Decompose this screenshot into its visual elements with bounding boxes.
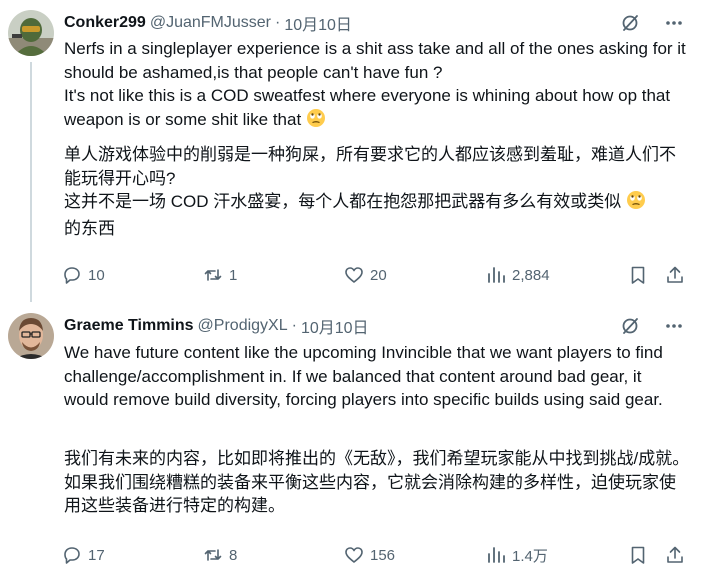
like-button[interactable]: 156: [344, 543, 395, 567]
reply-count: 17: [88, 546, 105, 564]
bookmark-icon: [631, 266, 645, 284]
reply-count: 10: [88, 266, 105, 284]
grok-slash-icon[interactable]: [618, 11, 642, 35]
more-icon[interactable]: [662, 11, 686, 35]
bookmark-button[interactable]: [628, 543, 648, 567]
like-count: 156: [370, 546, 396, 564]
view-count: 1.4万: [512, 547, 548, 565]
tweet-actions: 17 8 156 1.4万: [62, 543, 688, 567]
share-icon: [667, 546, 683, 563]
avatar-image: [8, 313, 54, 359]
user-handle[interactable]: @ProdigyXL: [198, 317, 288, 335]
tweet-graeme-timmins[interactable]: Graeme Timmins @ProdigyXL · 10月10日 We ha…: [0, 303, 702, 579]
rolling-eyes-emoji: [626, 190, 646, 217]
tweet-text-translation: 单人游戏体验中的削弱是一种狗屎，所有要求它的人都应该感到羞耻，难道人们不能玩得开…: [64, 143, 690, 240]
tweet-date[interactable]: 10月10日: [284, 11, 352, 35]
bookmark-icon: [631, 546, 645, 564]
separator-dot: ·: [291, 317, 297, 334]
views-icon: [488, 547, 505, 563]
reply-icon: [64, 267, 80, 284]
more-icon[interactable]: [662, 314, 686, 338]
bookmark-button[interactable]: [628, 263, 648, 287]
tweet-date[interactable]: 10月10日: [301, 314, 369, 338]
tweet-actions: 10 1 20 2,884: [62, 263, 688, 287]
avatar[interactable]: [8, 10, 54, 56]
grok-slash-icon[interactable]: [618, 314, 642, 338]
repost-icon: [204, 269, 222, 281]
view-count: 2,884: [512, 266, 550, 284]
repost-button[interactable]: 8: [203, 543, 237, 567]
thread-line: [30, 62, 32, 302]
like-count: 20: [370, 266, 387, 284]
tweet-header: Graeme Timmins @ProdigyXL · 10月10日: [64, 315, 369, 337]
like-icon: [345, 547, 363, 563]
repost-icon: [204, 549, 222, 561]
tweet-text-translation-content: 单人游戏体验中的削弱是一种狗屎，所有要求它的人都应该感到羞耻，难道人们不能玩得开…: [64, 145, 676, 211]
reply-icon: [64, 547, 80, 564]
header-actions: [618, 314, 686, 338]
tweet-header: Conker299 @JuanFMJusser · 10月10日: [64, 12, 352, 34]
share-button[interactable]: [665, 543, 685, 567]
separator-dot: ·: [275, 14, 281, 31]
like-button[interactable]: 20: [344, 263, 387, 287]
display-name[interactable]: Conker299: [64, 14, 146, 32]
avatar-image: [8, 10, 54, 56]
repost-count: 1: [229, 266, 238, 284]
avatar[interactable]: [8, 313, 54, 359]
share-icon: [667, 266, 683, 283]
display-name[interactable]: Graeme Timmins: [64, 317, 194, 335]
tweet-text-translation-tail: 的东西: [64, 218, 115, 238]
reply-button[interactable]: 17: [62, 543, 105, 567]
reply-button[interactable]: 10: [62, 263, 105, 287]
rolling-eyes-emoji: [306, 108, 326, 135]
tweet-text-english-content: Nerfs in a singleplayer experience is a …: [64, 39, 686, 129]
user-handle[interactable]: @JuanFMJusser: [150, 14, 271, 32]
share-button[interactable]: [665, 263, 685, 287]
header-actions: [618, 11, 686, 35]
repost-button[interactable]: 1: [203, 263, 237, 287]
repost-count: 8: [229, 546, 238, 564]
views-button[interactable]: 1.4万: [486, 543, 548, 567]
tweet-text-english: We have future content like the upcoming…: [64, 343, 668, 409]
tweet-text-english: Nerfs in a singleplayer experience is a …: [64, 37, 690, 134]
like-icon: [345, 267, 363, 283]
tweet-text-translation: 我们有未来的内容，比如即将推出的《无敌》，我们希望玩家能从中找到挑战/成就。如果…: [64, 449, 690, 515]
views-icon: [488, 267, 505, 283]
tweet-conker299[interactable]: Conker299 @JuanFMJusser · 10月10日 Nerfs i…: [0, 0, 702, 302]
views-button[interactable]: 2,884: [486, 263, 550, 287]
